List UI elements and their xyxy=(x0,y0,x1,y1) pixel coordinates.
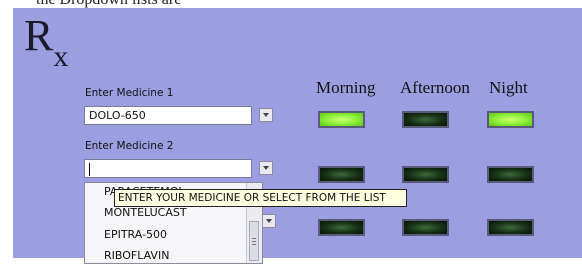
rx-letter-x: x xyxy=(53,39,69,73)
led-afternoon-1 xyxy=(402,111,449,128)
list-item[interactable]: MONTELUCAST xyxy=(104,206,187,219)
grip-line xyxy=(252,244,256,245)
list-item[interactable]: EPITRA-500 xyxy=(104,228,167,241)
list-item[interactable]: RIBOFLAVIN xyxy=(104,249,169,262)
medicine-2-combobox[interactable] xyxy=(84,159,252,178)
led-night-1 xyxy=(487,111,534,128)
scrollbar-thumb[interactable] xyxy=(249,221,259,261)
column-morning: Morning xyxy=(316,78,376,97)
led-morning-3 xyxy=(318,219,365,236)
medicine-tooltip: ENTER YOUR MEDICINE OR SELECT FROM THE L… xyxy=(114,189,407,207)
led-morning-1 xyxy=(318,111,365,128)
column-afternoon: Afternoon xyxy=(400,78,470,97)
led-afternoon-3 xyxy=(402,219,449,236)
led-afternoon-2 xyxy=(402,166,449,183)
medicine-3-dropdown-button[interactable] xyxy=(262,214,276,228)
medicine-1-value: DOLO-650 xyxy=(89,109,146,122)
grip-line xyxy=(252,241,256,242)
previous-text-strip: the Dropdown lists are xyxy=(0,0,582,8)
grip-line xyxy=(252,238,256,239)
led-night-2 xyxy=(487,166,534,183)
medicine-1-label: Enter Medicine 1 xyxy=(85,87,174,99)
medicine-2-label: Enter Medicine 2 xyxy=(85,140,174,152)
medicine-1-combobox[interactable]: DOLO-650 xyxy=(84,106,252,125)
previous-text: the Dropdown lists are xyxy=(36,0,181,8)
led-morning-2 xyxy=(318,166,365,183)
led-night-3 xyxy=(487,219,534,236)
rx-letter-r: R xyxy=(24,11,54,60)
column-night: Night xyxy=(489,78,528,97)
rx-symbol: Rx xyxy=(24,11,68,72)
medicine-2-dropdown-button[interactable] xyxy=(259,161,273,175)
medicine-1-dropdown-button[interactable] xyxy=(259,108,273,122)
text-caret xyxy=(89,162,90,176)
